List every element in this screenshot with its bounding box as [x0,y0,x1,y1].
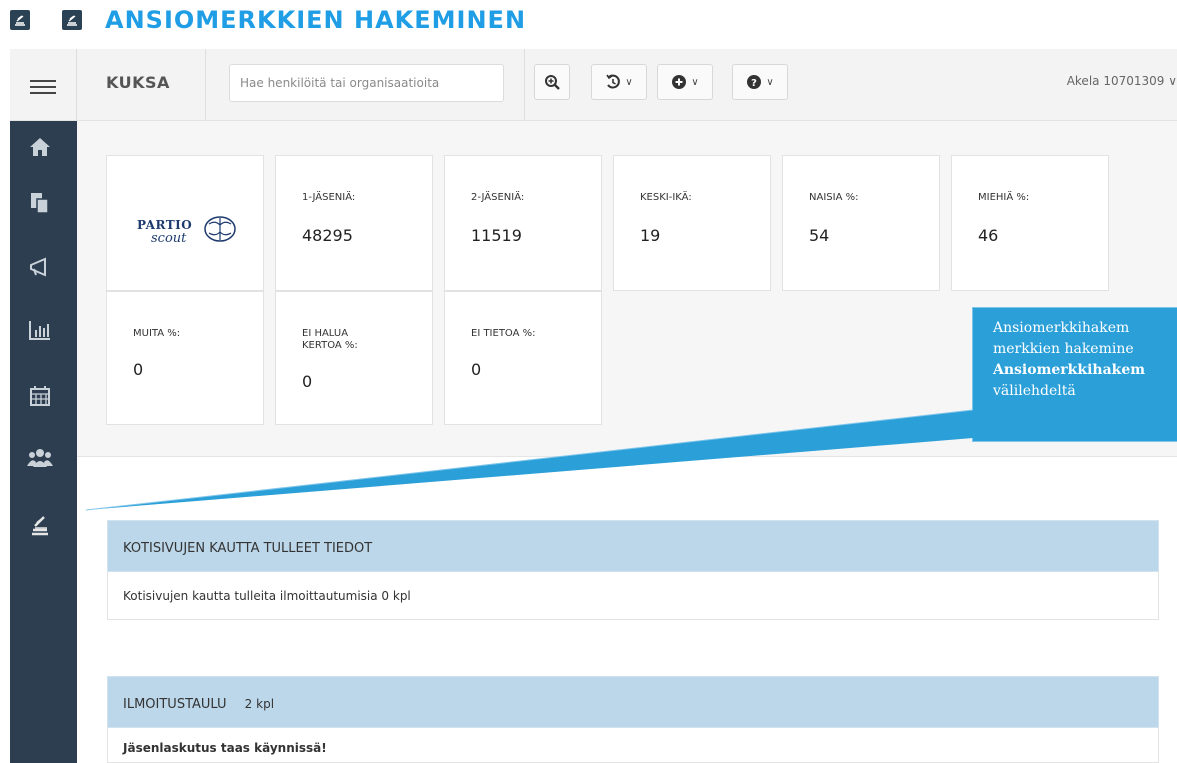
stat-label: 1-JÄSENIÄ: [302,192,356,203]
stat-value: 11519 [471,226,522,245]
header-divider [524,49,525,121]
badge-application-icon [10,10,30,30]
homepage-submissions-panel-body: Kotisivujen kautta tulleita ilmoittautum… [107,572,1159,620]
add-icon [672,75,687,89]
panel-text: Kotisivujen kautta tulleita ilmoittautum… [123,589,411,603]
documents-icon[interactable] [26,189,54,217]
badge-application-icon[interactable] [26,511,54,539]
search-input[interactable]: Hae henkilöitä tai organisaatioita [229,64,504,102]
panel-title: KOTISIVUJEN KAUTTA TULLEET TIEDOT [123,541,373,556]
notice-count: 2 kpl [244,697,275,711]
stat-card-women-percent: NAISIA %: 54 [782,155,940,291]
svg-text:?: ? [751,78,757,89]
document-title: ANSIOMERKKIEN HAKEMINEN [105,6,527,34]
sidebar [10,49,77,763]
stat-label: 2-JÄSENIÄ: [471,192,525,203]
stat-value: 19 [640,226,661,245]
instruction-callout: Ansiomerkkihakem merkkien hakemine Ansio… [972,307,1177,442]
homepage-submissions-panel-header: KOTISIVUJEN KAUTTA TULLEET TIEDOT [107,520,1159,572]
partio-scout-logo: PARTIO scout [137,214,247,254]
stat-value: 48295 [302,226,353,245]
help-icon: ? [747,75,762,89]
noticeboard-panel-body: Jäsenlaskutus taas käynnissä! [107,728,1159,763]
zoom-button[interactable] [534,64,570,100]
stat-label: NAISIA %: [809,192,859,203]
stat-card-men-percent: MIEHIÄ %: 46 [951,155,1109,291]
menu-icon[interactable] [30,80,56,98]
history-dropdown[interactable]: ∨ [591,64,647,100]
main-content: PARTIO scout 1-JÄSENIÄ: 48295 2-JÄSENIÄ:… [77,121,1177,763]
home-icon[interactable] [26,133,54,161]
notice-item-title[interactable]: Jäsenlaskutus taas käynnissä! [123,741,327,755]
stat-value: 0 [133,360,144,379]
stat-card-unknown-percent: EI TIETOA %: 0 [444,291,602,425]
users-icon[interactable] [26,444,54,472]
stat-label: MIEHIÄ %: [978,192,1030,203]
document-title-bar: ANSIOMERKKIEN HAKEMINEN [0,0,1177,46]
organization-logo-card: PARTIO scout [106,155,264,291]
stat-value: 0 [302,372,313,391]
stat-value: 0 [471,360,482,379]
statistics-area: PARTIO scout 1-JÄSENIÄ: 48295 2-JÄSENIÄ:… [77,121,1177,457]
noticeboard-panel-header: ILMOITUSTAULU 2 kpl [107,676,1159,728]
zoom-in-icon [545,75,560,90]
sidebar-toggle-area [10,49,77,121]
stat-card-not-telling-percent: EI HALUA KERTOA %: 0 [275,291,433,425]
stat-value: 46 [978,226,999,245]
panel-title: ILMOITUSTAULU [123,697,227,712]
stat-card-other-percent: MUITA %: 0 [106,291,264,425]
stat-label: EI HALUA KERTOA %: [302,328,358,351]
stat-card-members-1: 1-JÄSENIÄ: 48295 [275,155,433,291]
chevron-down-icon: ∨ [691,76,699,88]
help-dropdown[interactable]: ? ∨ [732,64,788,100]
user-menu[interactable]: Akela 10701309 ∨ [1067,74,1177,88]
header-divider [205,49,206,121]
chevron-down-icon: ∨ [766,76,774,88]
chevron-down-icon: ∨ [625,76,633,88]
stat-card-average-age: KESKI-IKÄ: 19 [613,155,771,291]
history-icon [606,74,621,89]
app-brand[interactable]: KUKSA [106,73,170,92]
badge-application-icon [62,10,82,30]
calendar-icon[interactable] [26,382,54,410]
stat-label: KESKI-IKÄ: [640,192,692,203]
stat-card-members-2: 2-JÄSENIÄ: 11519 [444,155,602,291]
megaphone-icon[interactable] [26,253,54,281]
stat-label: EI TIETOA %: [471,328,536,339]
bar-chart-icon[interactable] [26,316,54,344]
stat-value: 54 [809,226,830,245]
stat-label: MUITA %: [133,328,181,339]
top-header: KUKSA Hae henkilöitä tai organisaatioita… [77,49,1177,121]
add-dropdown[interactable]: ∨ [657,64,713,100]
